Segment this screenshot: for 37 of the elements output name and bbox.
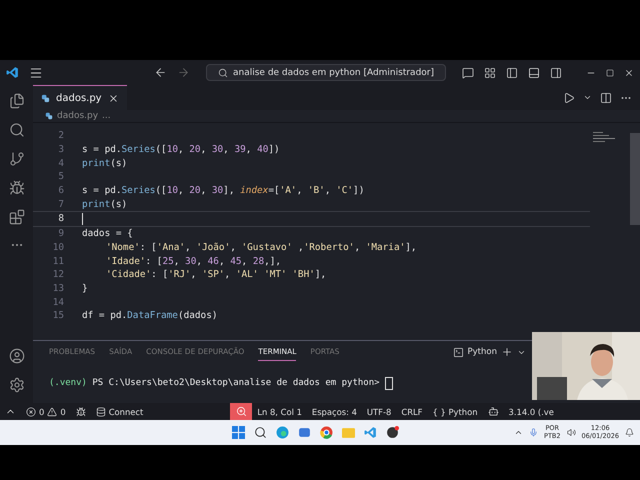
- line-number: 14: [52, 296, 64, 308]
- terminal-profile[interactable]: Python: [468, 347, 497, 357]
- code-line: dados = {: [82, 228, 133, 240]
- status-item[interactable]: CRLF: [396, 406, 428, 416]
- line-number: 7: [57, 198, 64, 210]
- code-line: 'Nome': ['Ana', 'João', 'Gustavo' ,'Roberto', 'Maria'],: [106, 242, 417, 253]
- code-line: }: [82, 282, 88, 294]
- code-line: s = pd.Series([10, 20, 30, 39, 40]): [82, 144, 280, 156]
- code-line: 'Cidade': ['RJ', 'SP', 'AL' 'MT' 'BH'],: [106, 269, 326, 280]
- status-item[interactable]: Ln 8, Col 1: [252, 406, 307, 416]
- status-item[interactable]: { } Python: [428, 406, 483, 416]
- line-number: 2: [57, 130, 64, 142]
- line-number: 6: [57, 185, 64, 196]
- code-line: df = pd.DataFrame(dados): [82, 310, 218, 322]
- line-number: 15: [52, 310, 64, 322]
- connect-item[interactable]: Connect: [90, 406, 148, 416]
- code-line: print(s): [82, 198, 128, 210]
- line-number: 9: [57, 228, 64, 240]
- line-number: 8: [57, 213, 64, 224]
- line-number: 4: [57, 158, 64, 169]
- line-number: 3: [57, 144, 64, 156]
- line-number: 11: [52, 256, 64, 267]
- breadcrumb-item[interactable]: dados.py: [57, 111, 98, 121]
- code-line: 'Idade': [25, 30, 46, 45, 28,],: [106, 256, 282, 267]
- python-version[interactable]: 3.14.0 (.ve: [504, 406, 559, 416]
- line-number: 10: [52, 242, 64, 253]
- code-line: print(s): [82, 158, 128, 169]
- breadcrumb-more[interactable]: ...: [102, 111, 111, 121]
- status-item[interactable]: Espaços: 4: [306, 406, 362, 416]
- editor-tab[interactable]: dados.py: [33, 85, 127, 110]
- line-number: 5: [57, 171, 64, 182]
- line-number: 12: [52, 269, 64, 280]
- command-search-field[interactable]: analise de dados em python [Administrador]: [206, 64, 446, 81]
- status-item[interactable]: UTF-8: [362, 406, 396, 416]
- line-number: 13: [52, 282, 64, 294]
- problems-indicator[interactable]: 0 0: [21, 406, 71, 416]
- code-line: s = pd.Series([10, 20, 30], index=['A', 'B', 'C']): [82, 185, 364, 196]
